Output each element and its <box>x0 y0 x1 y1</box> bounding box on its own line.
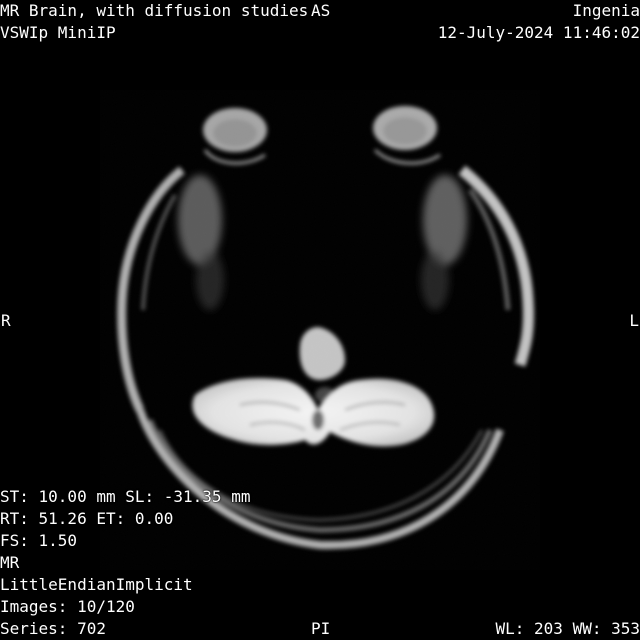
repetition-echo-time: RT: 51.26 ET: 0.00 <box>0 509 174 528</box>
series-number: Series: 702 <box>0 619 106 638</box>
overlay-bottom-left: ST: 10.00 mm SL: -31.35 mm RT: 51.26 ET:… <box>0 486 250 640</box>
orientation-top: AS <box>311 1 331 20</box>
transfer-syntax: LittleEndianImplicit <box>0 575 193 594</box>
orientation-right: L <box>629 311 639 330</box>
field-strength: FS: 1.50 <box>0 531 78 550</box>
orientation-bottom: PI <box>311 619 331 638</box>
image-index: Images: 10/120 <box>0 597 135 616</box>
orientation-left: R <box>1 311 11 330</box>
study-description: MR Brain, with diffusion studies <box>0 1 309 20</box>
modality: MR <box>0 553 20 572</box>
overlay-top-left: MR Brain, with diffusion studies VSWIp M… <box>0 0 308 44</box>
window-level: WL: 203 WW: 353 <box>495 619 640 638</box>
institution-name: Ingenia <box>572 1 640 20</box>
series-name: VSWIp MiniIP <box>0 23 116 42</box>
slice-thickness-location: ST: 10.00 mm SL: -31.35 mm <box>0 487 251 506</box>
image-viewport[interactable]: MR Brain, with diffusion studies VSWIp M… <box>0 0 640 640</box>
study-datetime: 12-July-2024 11:46:02 <box>437 23 640 42</box>
overlay-top-right: Ingenia 12-July-2024 11:46:02 <box>438 0 640 44</box>
